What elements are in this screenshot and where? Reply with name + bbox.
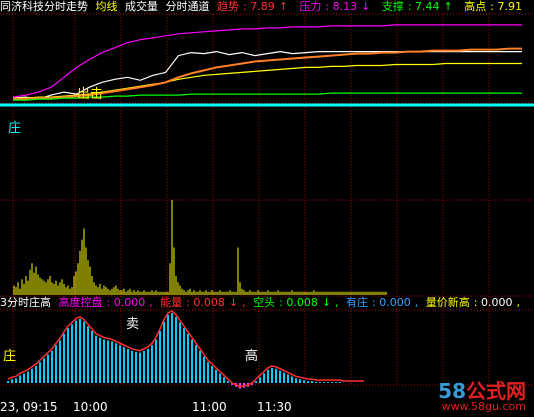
bear-label: 空头: 0.008 ↓, — [253, 296, 339, 309]
annotation-zhuang-top: 庄 — [8, 120, 21, 136]
time-tick-3: 11:30 — [257, 400, 292, 414]
time-tick-1: 10:00 — [73, 400, 108, 414]
annotation-zhuang-bottom: 庄 — [3, 348, 16, 364]
annotations: 出击 庄 卖 庄 高 — [3, 87, 258, 364]
indicator-panel — [7, 310, 364, 389]
chart-title: 同济科技分时走势 — [0, 0, 88, 13]
indicator-title: 3分时庄高 — [0, 296, 51, 309]
annotation-gao: 高 — [245, 348, 258, 364]
dealer-label: 有庄: 0.000, — [346, 296, 419, 309]
watermark: 58公式网 www.58gu.com — [438, 375, 526, 413]
volprice-value: 0.000 — [480, 296, 513, 309]
control-label: 高度控盘: 0.000, — [58, 296, 153, 309]
trend-value: 7.89 — [250, 0, 275, 13]
control-value: 0.000 — [113, 296, 146, 309]
avg-line-label: 均线 — [95, 0, 118, 13]
channel-label: 分时通道 — [165, 0, 210, 13]
high-label: 高点: 7.91 — [464, 0, 522, 13]
pressure-value: 8.13 — [332, 0, 358, 13]
indicator-envelope — [7, 310, 364, 388]
trend-label: 趋势: 7.89 ↑ — [217, 0, 288, 13]
volume-label: 成交量 — [125, 0, 158, 13]
time-tick-0: 23, 09:15 — [0, 400, 58, 414]
support-value: 7.44 — [415, 0, 440, 13]
pressure-label: 压力: 8.13 ↓ — [299, 0, 371, 13]
watermark-url: www.58gu.com — [441, 400, 526, 413]
bear-value: 0.008 — [286, 296, 318, 309]
indicator-header: 3分时庄高 高度控盘: 0.000, 能量: 0.008 ↓, 空头: 0.008… — [0, 296, 524, 310]
dealer-value: 0.000 — [379, 296, 411, 309]
volume-panel — [13, 200, 387, 295]
annotation-mai: 卖 — [126, 317, 139, 332]
support-label: 支撑: 7.44 ↑ — [381, 0, 453, 13]
energy-value: 0.008 — [193, 296, 225, 309]
annotation-chu: 出击 — [77, 87, 103, 102]
time-tick-2: 11:00 — [192, 400, 227, 414]
volprice-label: 量价新高: 0.000, — [425, 296, 520, 309]
top-header: 同济科技分时走势 均线 成交量 分时通道 趋势: 7.89 ↑ 压力: 8.13 ↓… — [0, 0, 530, 14]
time-share-chart: 出击 庄 卖 庄 高 — [0, 13, 534, 389]
energy-label: 能量: 0.008 ↓, — [160, 296, 246, 309]
high-value: 7.91 — [497, 0, 522, 13]
